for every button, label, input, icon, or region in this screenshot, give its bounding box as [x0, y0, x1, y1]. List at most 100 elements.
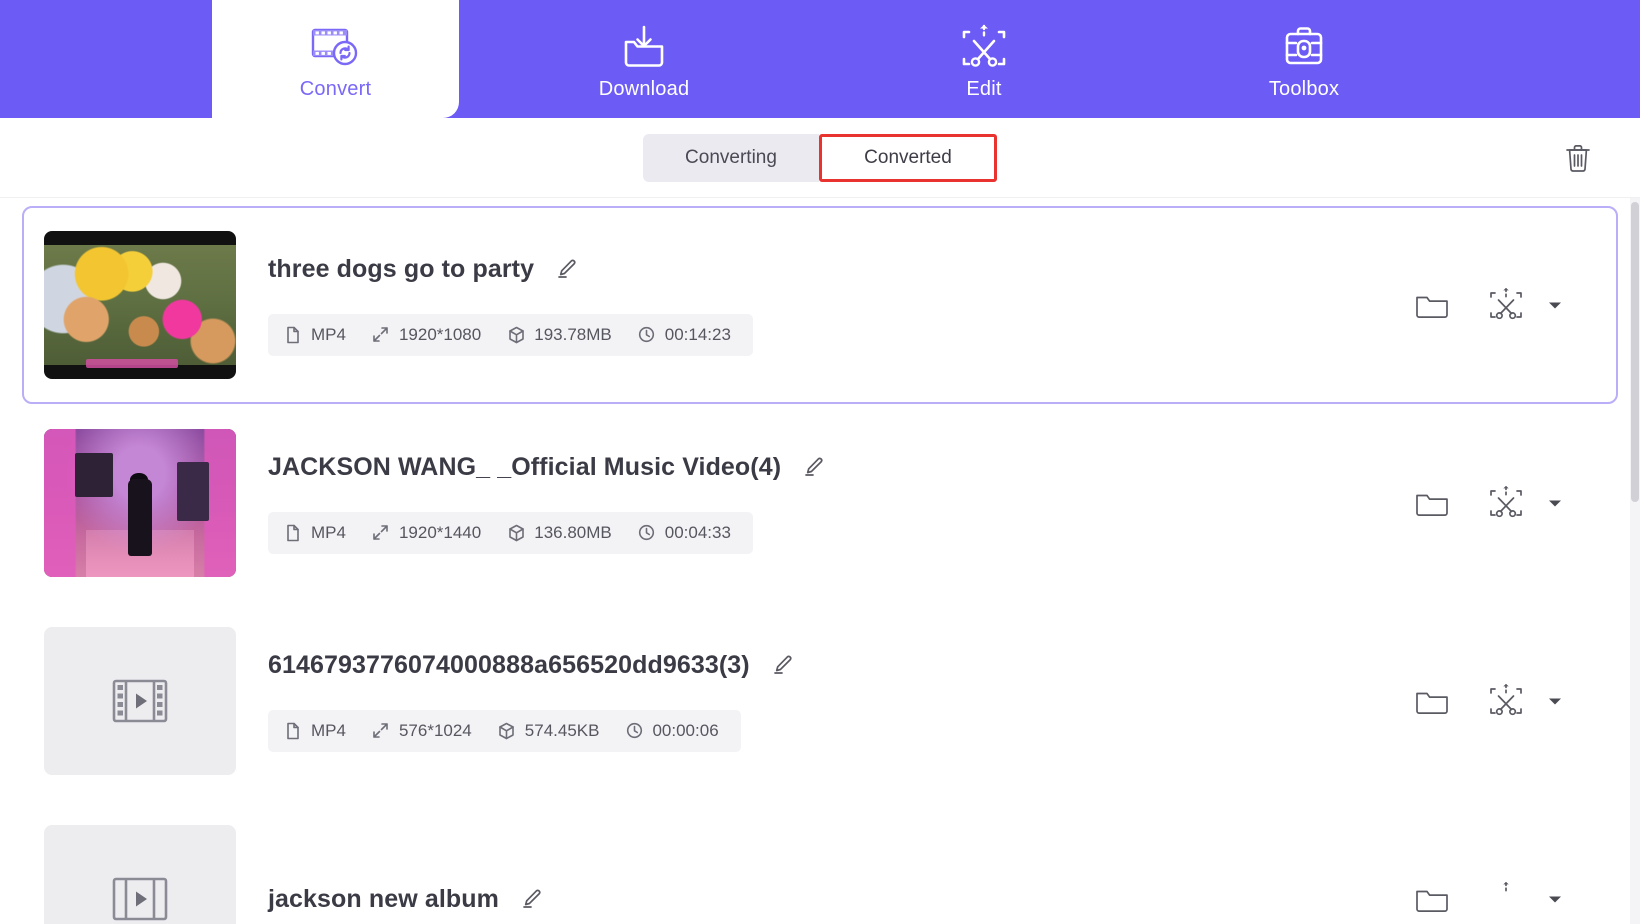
meta-format-value: MP4 [311, 720, 346, 740]
meta-resolution-value: 1920*1440 [398, 522, 482, 542]
list-item[interactable]: jackson new album [22, 800, 1618, 924]
resize-icon [372, 524, 390, 542]
nav-left-spacer [0, 0, 212, 118]
meta-filesize-value: 193.78MB [534, 324, 612, 344]
meta-filesize: 574.45KB [498, 720, 600, 741]
meta-duration-value: 00:04:33 [664, 522, 731, 542]
list-item-body: JACKSON WANG_ _Official Music Video(4) M… [236, 453, 1412, 554]
film-convert-icon [310, 23, 362, 73]
file-icon [284, 722, 302, 740]
list-item-title: three dogs go to party [268, 254, 535, 283]
list-item-metadata: MP4 1920*1080 193.78MB 00:14:23 [268, 313, 753, 356]
meta-format-value: MP4 [311, 324, 346, 344]
file-icon [284, 524, 302, 542]
list-item[interactable]: JACKSON WANG_ _Official Music Video(4) M… [22, 404, 1618, 602]
box-icon [507, 524, 525, 542]
list-item-title-row: jackson new album [268, 885, 1412, 914]
clock-icon [625, 722, 643, 740]
main-navigation-bar: Convert Download Edit Toolbox [0, 0, 1640, 118]
chevron-down-icon[interactable] [1546, 890, 1564, 908]
converted-file-list: three dogs go to party MP4 1920*1080 193… [0, 198, 1640, 924]
pencil-icon[interactable] [770, 652, 796, 678]
trash-icon[interactable] [1556, 136, 1600, 180]
list-item-title-row: 6146793776074000888a656520dd9633(3) [268, 651, 1412, 680]
nav-tab-toolbox-label: Toolbox [1268, 78, 1340, 100]
converted-toolbar: Converting Converted [0, 118, 1640, 198]
status-segmented-control: Converting Converted [643, 133, 997, 182]
list-item-title: JACKSON WANG_ _Official Music Video(4) [268, 452, 782, 481]
list-item[interactable]: 6146793776074000888a656520dd9633(3) MP4 [22, 602, 1618, 800]
meta-resolution: 1920*1440 [372, 523, 481, 543]
meta-duration-value: 00:14:23 [664, 324, 731, 344]
meta-format: MP4 [284, 721, 346, 741]
list-item-body: three dogs go to party MP4 1920*1080 193… [236, 255, 1412, 356]
nav-tab-download[interactable]: Download [459, 0, 829, 118]
list-scrollbar-thumb[interactable] [1631, 202, 1639, 502]
list-item-metadata: MP4 576*1024 574.45KB 00:00:06 [268, 709, 741, 752]
meta-resolution-value: 576*1024 [398, 720, 472, 740]
meta-format-value: MP4 [311, 522, 346, 542]
scissors-crop-icon[interactable] [1486, 285, 1526, 325]
list-item-body: jackson new album [236, 885, 1412, 914]
pencil-icon[interactable] [801, 454, 827, 480]
list-item-title-row: three dogs go to party [268, 255, 1412, 284]
folder-icon[interactable] [1412, 879, 1452, 919]
scissors-crop-icon[interactable] [1486, 483, 1526, 523]
video-thumbnail [44, 231, 236, 379]
chevron-down-icon[interactable] [1546, 296, 1564, 314]
list-item-actions [1412, 879, 1616, 919]
list-item-title: jackson new album [268, 884, 499, 913]
toolbox-icon [1280, 23, 1328, 73]
folder-icon[interactable] [1412, 681, 1452, 721]
list-item-body: 6146793776074000888a656520dd9633(3) MP4 [236, 651, 1412, 752]
box-icon [498, 722, 516, 740]
nav-tab-edit[interactable]: Edit [829, 0, 1139, 118]
pencil-icon[interactable] [554, 256, 580, 282]
meta-duration-value: 00:00:06 [652, 720, 719, 740]
meta-duration: 00:14:23 [638, 325, 731, 345]
tab-converted[interactable]: Converted [819, 133, 997, 182]
meta-filesize: 193.78MB [507, 325, 612, 345]
resize-icon [372, 722, 390, 740]
nav-tab-convert[interactable]: Convert [212, 0, 459, 118]
nav-tab-edit-label: Edit [966, 78, 1002, 100]
chevron-down-icon[interactable] [1546, 494, 1564, 512]
clock-icon [638, 524, 656, 542]
nav-tab-toolbox[interactable]: Toolbox [1139, 0, 1469, 118]
list-item-title-row: JACKSON WANG_ _Official Music Video(4) [268, 453, 1412, 482]
pencil-icon[interactable] [519, 886, 545, 912]
meta-filesize-value: 574.45KB [524, 720, 600, 740]
film-placeholder-icon [111, 874, 169, 924]
meta-resolution: 1920*1080 [372, 325, 481, 345]
list-item-title: 6146793776074000888a656520dd9633(3) [268, 650, 750, 679]
list-item-actions [1412, 681, 1616, 721]
meta-duration: 00:00:06 [625, 720, 719, 741]
film-placeholder-icon [111, 676, 169, 726]
meta-duration: 00:04:33 [638, 523, 731, 543]
tab-converting[interactable]: Converting [643, 133, 819, 182]
list-item-actions [1412, 483, 1616, 523]
video-thumbnail-placeholder [44, 627, 236, 775]
nav-tab-download-label: Download [598, 78, 690, 100]
scissors-crop-icon[interactable] [1486, 681, 1526, 721]
nav-tab-convert-label: Convert [299, 78, 372, 100]
chevron-down-icon[interactable] [1546, 692, 1564, 710]
video-thumbnail-placeholder [44, 825, 236, 924]
meta-filesize-value: 136.80MB [534, 522, 612, 542]
box-icon [507, 326, 525, 344]
folder-icon[interactable] [1412, 483, 1452, 523]
meta-resolution-value: 1920*1080 [398, 324, 482, 344]
list-item-actions [1412, 285, 1616, 325]
folder-icon[interactable] [1412, 285, 1452, 325]
nav-right-spacer [1469, 0, 1640, 118]
list-item-metadata: MP4 1920*1440 136.80MB 00:04:33 [268, 511, 753, 554]
resize-icon [372, 326, 390, 344]
list-scrollbar-track[interactable] [1630, 198, 1640, 924]
meta-filesize: 136.80MB [507, 523, 612, 543]
scissors-crop-icon[interactable] [1486, 879, 1526, 919]
list-item[interactable]: three dogs go to party MP4 1920*1080 193… [22, 206, 1618, 404]
download-folder-icon [617, 23, 671, 73]
file-icon [284, 326, 302, 344]
meta-format: MP4 [284, 523, 346, 543]
meta-format: MP4 [284, 325, 346, 345]
